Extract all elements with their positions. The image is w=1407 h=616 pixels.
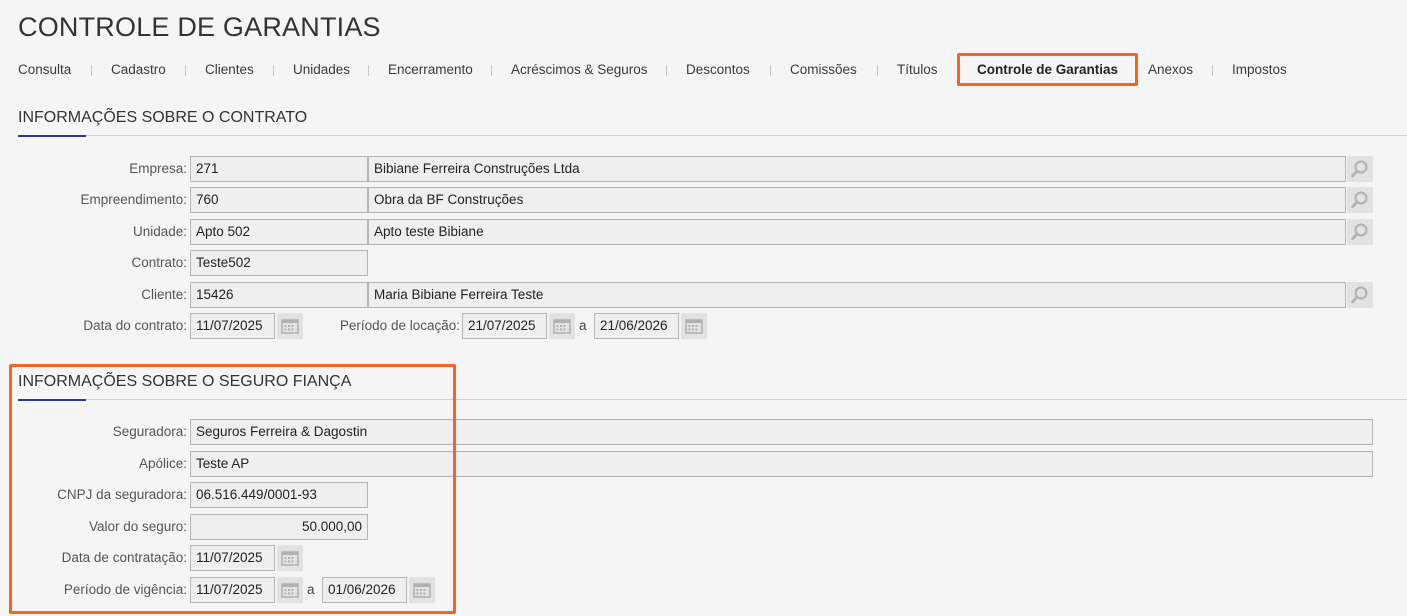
page-title: CONTROLE DE GARANTIAS: [18, 12, 381, 42]
apolice-label: Apólice:: [138, 456, 187, 471]
tab-separator: [273, 65, 274, 76]
tab-anexos[interactable]: Anexos: [1148, 54, 1193, 86]
calendar-icon: [281, 319, 299, 334]
insurance-section-title: INFORMAÇÕES SOBRE O SEGURO FIANÇA: [18, 373, 352, 390]
periodo-vigencia-start-calendar-button[interactable]: [277, 577, 303, 603]
tab-separator: [877, 65, 878, 76]
calendar-icon: [413, 583, 431, 598]
periodo-locacao-start-calendar-button[interactable]: [549, 313, 575, 339]
tab-encerramento[interactable]: Encerramento: [388, 54, 473, 86]
data-contrato-label: Data do contrato:: [83, 318, 187, 333]
section-divider-accent: [18, 135, 86, 137]
tab-separator: [666, 65, 667, 76]
section-divider: [18, 399, 1407, 400]
empresa-code-field[interactable]: 271: [190, 156, 368, 182]
periodo-vigencia-end-field[interactable]: 01/06/2026: [322, 577, 407, 603]
valor-seguro-field[interactable]: 50.000,00: [190, 514, 368, 540]
calendar-icon: [685, 319, 703, 334]
unidade-name-field[interactable]: Apto teste Bibiane: [368, 219, 1346, 245]
tab-acrescimos-seguros[interactable]: Acréscimos & Seguros: [511, 54, 648, 86]
tab-separator: [1212, 65, 1213, 76]
periodo-locacao-end-calendar-button[interactable]: [681, 313, 707, 339]
contrato-field[interactable]: Teste502: [190, 250, 368, 276]
tab-impostos[interactable]: Impostos: [1232, 54, 1287, 86]
empreendimento-search-button[interactable]: [1347, 187, 1373, 213]
periodo-vigencia-end-calendar-button[interactable]: [409, 577, 435, 603]
periodo-vigencia-start-field[interactable]: 11/07/2025: [190, 577, 275, 603]
tab-cadastro[interactable]: Cadastro: [111, 54, 166, 86]
tab-titulos[interactable]: Títulos: [897, 54, 938, 86]
tab-comissoes[interactable]: Comissões: [790, 54, 857, 86]
tab-bar: Consulta Cadastro Clientes Unidades Ence…: [0, 53, 1407, 86]
cliente-label: Cliente:: [141, 287, 187, 302]
unidade-code-field[interactable]: Apto 502: [190, 219, 368, 245]
data-contratacao-calendar-button[interactable]: [277, 545, 303, 571]
apolice-field[interactable]: Teste AP: [190, 451, 1373, 477]
tab-descontos[interactable]: Descontos: [686, 54, 750, 86]
empresa-label: Empresa:: [129, 161, 187, 176]
cliente-code-field[interactable]: 15426: [190, 282, 368, 308]
cnpj-seguradora-label: CNPJ da seguradora:: [57, 487, 187, 502]
data-contratacao-field[interactable]: 11/07/2025: [190, 545, 275, 571]
tab-separator: [185, 65, 186, 76]
empreendimento-label: Empreendimento:: [80, 192, 187, 207]
search-icon: [1351, 223, 1368, 241]
data-contrato-calendar-button[interactable]: [277, 313, 303, 339]
tab-separator: [368, 65, 369, 76]
contrato-label: Contrato:: [131, 255, 187, 270]
contract-section-title: INFORMAÇÕES SOBRE O CONTRATO: [18, 109, 308, 126]
cliente-search-button[interactable]: [1347, 282, 1373, 308]
calendar-icon: [281, 551, 299, 566]
periodo-locacao-start-field[interactable]: 21/07/2025: [462, 313, 547, 339]
tab-controle-de-garantias[interactable]: Controle de Garantias: [957, 53, 1139, 86]
tab-unidades[interactable]: Unidades: [293, 54, 350, 86]
data-contrato-field[interactable]: 11/07/2025: [190, 313, 275, 339]
tab-clientes[interactable]: Clientes: [205, 54, 254, 86]
cliente-name-field[interactable]: Maria Bibiane Ferreira Teste: [368, 282, 1346, 308]
tab-separator: [770, 65, 771, 76]
tab-separator: [91, 65, 92, 76]
section-divider: [18, 135, 1407, 136]
search-icon: [1351, 191, 1368, 209]
periodo-locacao-end-field[interactable]: 21/06/2026: [594, 313, 679, 339]
empresa-search-button[interactable]: [1347, 156, 1373, 182]
calendar-icon: [281, 583, 299, 598]
search-icon: [1351, 286, 1368, 304]
calendar-icon: [553, 319, 571, 334]
periodo-vigencia-label: Período de vigência:: [63, 582, 187, 597]
empreendimento-code-field[interactable]: 760: [190, 187, 368, 213]
periodo-vigencia-separator: a: [307, 582, 315, 597]
periodo-locacao-label: Período de locação:: [339, 318, 460, 333]
valor-seguro-label: Valor do seguro:: [88, 519, 187, 534]
tab-separator: [491, 65, 492, 76]
empreendimento-name-field[interactable]: Obra da BF Construções: [368, 187, 1346, 213]
unidade-label: Unidade:: [132, 224, 187, 239]
section-divider-accent: [18, 399, 86, 401]
empresa-name-field[interactable]: Bibiane Ferreira Construções Ltda: [368, 156, 1346, 182]
periodo-locacao-separator: a: [579, 318, 587, 333]
cnpj-seguradora-field[interactable]: 06.516.449/0001-93: [190, 482, 368, 508]
data-contratacao-label: Data de contratação:: [61, 550, 187, 565]
seguradora-field[interactable]: Seguros Ferreira & Dagostin: [190, 419, 1373, 445]
search-icon: [1351, 160, 1368, 178]
seguradora-label: Seguradora:: [112, 424, 187, 439]
tab-consulta[interactable]: Consulta: [18, 54, 71, 86]
unidade-search-button[interactable]: [1347, 219, 1373, 245]
